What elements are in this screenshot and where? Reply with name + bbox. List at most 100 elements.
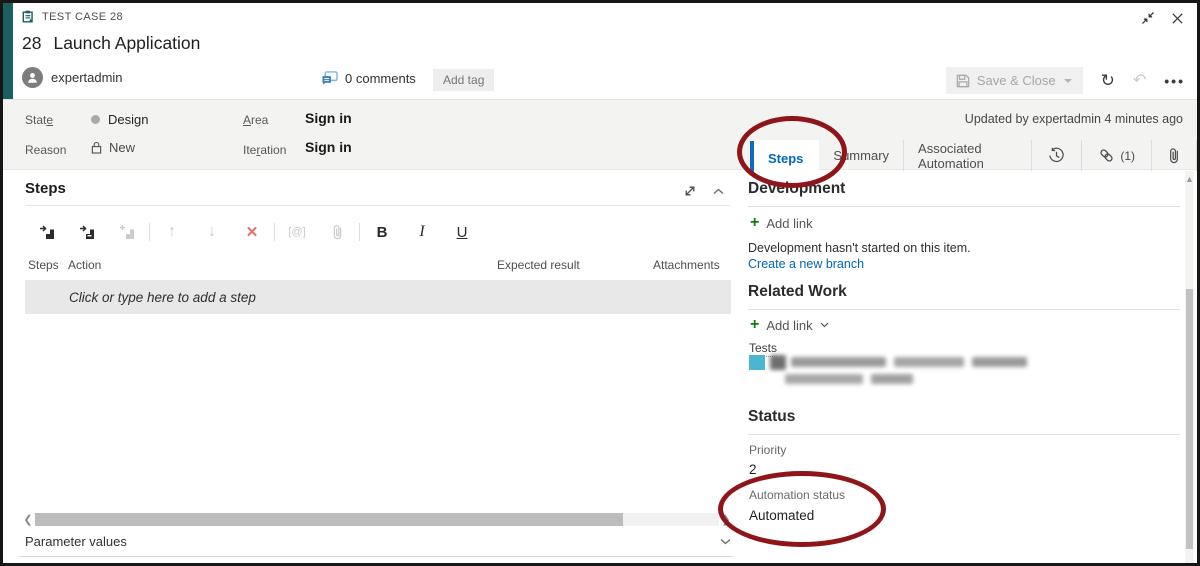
collapse-section-chevron-icon[interactable]	[713, 188, 724, 195]
iteration-value[interactable]: Sign in	[305, 139, 352, 155]
work-item-type-label: TEST CASE 28	[42, 11, 123, 23]
priority-value[interactable]: 2	[749, 462, 757, 477]
assignee-avatar[interactable]	[22, 67, 43, 88]
undo-icon[interactable]: ↶	[1133, 73, 1146, 89]
redacted-text	[894, 357, 964, 367]
underline-button[interactable]: U	[442, 221, 482, 244]
right-panel-scrollbar[interactable]: ▲	[1185, 171, 1194, 563]
more-actions-icon[interactable]: •••	[1164, 74, 1185, 88]
redacted-text	[785, 374, 863, 384]
development-divider	[748, 206, 1180, 207]
add-step-placeholder-text: Click or type here to add a step	[69, 290, 256, 305]
reason-label: Reason	[25, 143, 66, 157]
test-case-icon	[22, 10, 36, 24]
column-header-action: Action	[68, 258, 101, 272]
comments-icon	[321, 71, 338, 86]
area-label: Area	[243, 113, 268, 127]
column-header-steps: Steps	[28, 258, 59, 272]
tab-attachments[interactable]	[1152, 140, 1197, 171]
add-step-icon[interactable]	[27, 220, 67, 244]
work-item-title-field[interactable]: Launch Application	[53, 33, 200, 54]
development-add-link-label: Add link	[766, 216, 812, 231]
save-close-button[interactable]: Save & Close	[946, 67, 1083, 94]
tab-links[interactable]: (1)	[1082, 140, 1152, 171]
automation-status-value[interactable]: Automated	[749, 508, 814, 523]
test-case-window: TEST CASE 28 28 Launch Application exper…	[0, 0, 1200, 566]
related-test-item[interactable]	[749, 355, 1027, 384]
comments-button[interactable]: 0 comments	[321, 71, 416, 86]
bold-button[interactable]: B	[362, 221, 402, 244]
history-icon	[1048, 147, 1065, 164]
comments-count-label: 0 comments	[345, 71, 416, 86]
redacted-work-item-icon	[770, 355, 786, 370]
assignee-field[interactable]: expertadmin	[51, 70, 123, 85]
hscroll-thumb[interactable]	[35, 513, 623, 526]
iteration-label: Iteration	[243, 143, 286, 157]
column-header-attachments: Attachments	[653, 258, 720, 272]
delete-step-icon[interactable]: ✕	[232, 221, 272, 244]
reason-value: New	[109, 140, 135, 155]
development-add-link-button[interactable]: + Add link	[750, 215, 813, 231]
insert-step-icon[interactable]	[67, 220, 107, 244]
scroll-right-icon[interactable]: ❯	[719, 513, 733, 526]
scroll-left-icon[interactable]: ❮	[21, 513, 35, 526]
insert-shared-steps-icon[interactable]	[107, 220, 147, 244]
related-work-divider	[748, 309, 1180, 310]
redacted-text	[871, 374, 913, 384]
tab-summary[interactable]: Summary	[819, 140, 904, 171]
work-item-type-row: TEST CASE 28	[22, 10, 123, 24]
add-step-placeholder-row[interactable]: Click or type here to add a step	[25, 280, 731, 314]
related-work-add-link-button[interactable]: + Add link	[750, 317, 829, 333]
save-dropdown-chevron-icon[interactable]	[1063, 77, 1073, 85]
close-icon[interactable]	[1170, 10, 1185, 26]
parameter-values-divider	[19, 556, 733, 557]
steps-horizontal-scrollbar[interactable]: ❮ ❯	[21, 511, 733, 527]
work-item-type-color-strip	[3, 3, 13, 99]
save-icon	[956, 74, 970, 88]
restore-window-icon[interactable]	[1140, 10, 1156, 26]
lock-icon	[91, 141, 102, 154]
link-count-label: (1)	[1120, 149, 1135, 163]
steps-heading-divider	[25, 205, 731, 206]
status-heading: Status	[748, 408, 795, 426]
create-branch-link[interactable]: Create a new branch	[748, 257, 864, 271]
vscroll-thumb[interactable]	[1186, 289, 1193, 549]
updated-status-text: Updated by expertadmin 4 minutes ago	[965, 112, 1183, 126]
plus-icon: +	[750, 215, 759, 231]
state-value: Design	[108, 112, 148, 127]
selected-tab-indicator	[750, 141, 754, 174]
insert-parameter-icon[interactable]: [@]	[277, 223, 317, 242]
move-step-up-icon[interactable]: ↑	[152, 220, 192, 244]
add-tag-button[interactable]: Add tag	[433, 69, 494, 91]
tab-associated-automation[interactable]: Associated Automation	[904, 140, 1032, 171]
paperclip-icon	[1168, 147, 1180, 164]
save-close-label: Save & Close	[977, 73, 1056, 88]
work-item-title-row: 28 Launch Application	[22, 33, 200, 54]
automation-status-label: Automation status	[749, 488, 845, 502]
redacted-text	[972, 357, 1027, 367]
state-field[interactable]: Design	[91, 112, 148, 127]
refresh-icon[interactable]: ↻	[1101, 72, 1115, 89]
priority-label: Priority	[749, 443, 786, 457]
expand-steps-icon[interactable]	[683, 184, 697, 198]
add-link-dropdown-chevron-icon	[820, 322, 829, 328]
scroll-up-icon[interactable]: ▲	[1185, 174, 1194, 184]
parameter-values-expand-chevron-icon[interactable]	[720, 538, 731, 545]
parameter-values-label: Parameter values	[25, 534, 127, 549]
hscroll-track[interactable]	[35, 513, 719, 526]
steps-toolbar: ↑ ↓ ✕ [@] B I U	[27, 216, 727, 248]
plus-icon: +	[750, 317, 759, 333]
attach-to-step-icon[interactable]	[317, 220, 357, 244]
link-icon	[1098, 147, 1115, 164]
tab-history[interactable]	[1032, 140, 1082, 171]
italic-button[interactable]: I	[402, 220, 442, 244]
tab-summary-label: Summary	[833, 148, 889, 163]
tab-steps[interactable]: Steps	[750, 140, 819, 177]
toolbar-separator	[274, 223, 275, 241]
redacted-text	[791, 357, 886, 367]
state-color-dot	[91, 115, 100, 124]
area-value[interactable]: Sign in	[305, 110, 352, 126]
move-step-down-icon[interactable]: ↓	[192, 220, 232, 244]
toolbar-separator	[149, 223, 150, 241]
state-label: State	[25, 113, 53, 127]
